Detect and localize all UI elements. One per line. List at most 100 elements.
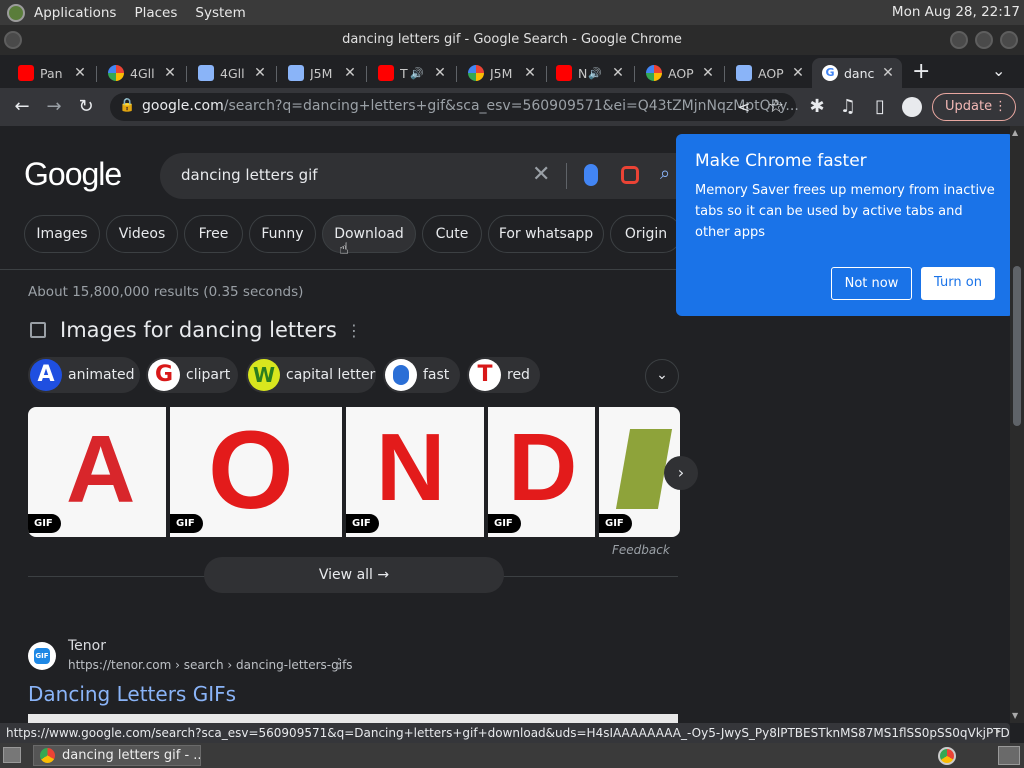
scroll-up-arrow-icon[interactable]: ▲ [1012,128,1018,137]
letter-t-thumb: T [469,359,501,391]
chip-download[interactable]: Download [322,215,416,253]
image-icon [198,65,214,81]
pinwheel-icon [108,65,124,81]
result-site-name[interactable]: Tenor [68,638,106,654]
result-title-link[interactable]: Dancing Letters GIFs [28,682,236,706]
audio-playing-icon[interactable]: 🔊 [588,67,610,80]
close-tab-icon[interactable]: ✕ [432,65,448,81]
image-result[interactable]: A GIF [28,407,166,537]
chip-cute[interactable]: Cute [422,215,482,253]
expand-suggestions-button[interactable]: ⌄ [645,359,679,393]
gif-badge: GIF [488,514,521,533]
tab[interactable]: J5M ✕ [458,58,544,88]
tab[interactable]: N 🔊 ✕ [546,58,632,88]
tab-active[interactable]: G danc ✕ [812,58,902,88]
suggestion-capital-letter[interactable]: W capital letter [246,357,376,393]
tab[interactable]: 4Gll ✕ [98,58,184,88]
new-tab-icon[interactable]: + [912,59,930,84]
image-result[interactable]: O GIF [170,407,342,537]
workspace-switcher[interactable] [998,746,1020,765]
suggestion-clipart[interactable]: G clipart [146,357,238,393]
places-menu[interactable]: Places [125,5,186,21]
share-icon[interactable]: ⋖ [732,95,756,119]
reload-icon[interactable]: ↻ [74,95,98,119]
scrollbar-thumb[interactable] [1013,266,1021,426]
scroll-down-arrow-icon[interactable]: ▼ [1012,711,1018,720]
view-all-button[interactable]: View all → [204,557,504,593]
show-desktop-icon[interactable] [3,747,21,763]
window-title-bar: dancing letters gif - Google Search - Go… [0,25,1024,55]
close-tab-icon[interactable]: ✕ [162,65,178,81]
close-tab-icon[interactable]: ✕ [522,65,538,81]
top-panel: Applications Places System Mon Aug 28, 2… [0,0,1024,25]
suggestion-red[interactable]: T red [467,357,540,393]
images-section-title[interactable]: Images for dancing letters [60,318,337,342]
audio-playing-icon[interactable]: 🔊 [410,67,432,80]
site-info-icon[interactable]: 🔒 [119,98,135,113]
chrome-menu-icon[interactable]: ⋮ [994,94,1007,120]
image-result[interactable]: D GIF [488,407,595,537]
search-icon[interactable]: ⌕ [660,163,670,184]
chip-images[interactable]: Images [24,215,100,253]
not-now-button[interactable]: Not now [831,267,912,300]
result-site-url[interactable]: https://tenor.com › search › dancing-let… [68,658,353,672]
page-scrollbar[interactable]: ▲ ▼ [1010,126,1024,723]
lens-search-icon[interactable] [621,166,639,184]
feedback-link[interactable]: Feedback [612,543,670,557]
tab[interactable]: AOP ✕ [636,58,722,88]
bookmark-star-icon[interactable]: ☆ [764,95,788,119]
close-tab-icon[interactable]: ✕ [342,65,358,81]
chip-for-whatsapp[interactable]: For whatsapp [488,215,604,253]
close-tab-icon[interactable]: ✕ [790,65,806,81]
next-images-button[interactable]: › [664,456,698,490]
gif-badge: GIF [346,514,379,533]
clock[interactable]: Mon Aug 28, 22:17 [892,4,1020,20]
chip-origin[interactable]: Origin [610,215,682,253]
taskbar-chrome-window[interactable]: dancing letters gif - ... [33,745,201,766]
suggestion-animated[interactable]: A animated [28,357,140,393]
link-status-bar: https://www.google.com/search?sca_esv=56… [0,723,1010,743]
close-tab-icon[interactable]: ✕ [252,65,268,81]
tab-search-icon[interactable]: ⌄ [992,61,1005,80]
maximize-button[interactable] [975,31,993,49]
close-tab-icon[interactable]: ✕ [700,65,716,81]
profile-avatar-icon[interactable] [900,95,924,119]
tab[interactable]: T 🔊 ✕ [368,58,454,88]
forward-icon[interactable]: → [42,95,66,119]
result-menu-icon[interactable]: ⋮ [332,656,346,672]
chip-free[interactable]: Free [184,215,243,253]
search-query[interactable]: dancing letters gif [181,166,318,184]
tab[interactable]: Pan ✕ [8,58,94,88]
chrome-tray-icon[interactable] [938,747,956,765]
tab[interactable]: J5M ✕ [278,58,364,88]
extensions-icon[interactable]: ✱ [805,95,829,119]
clear-search-icon[interactable]: ✕ [532,162,550,187]
back-icon[interactable]: ← [10,95,34,119]
minimize-button[interactable] [950,31,968,49]
google-logo[interactable]: Google [24,156,122,193]
media-controls-icon[interactable]: ♫ [836,95,860,119]
letter-a-thumb: A [30,359,62,391]
update-button[interactable]: Update ⋮ [932,93,1016,121]
turn-on-button[interactable]: Turn on [921,267,995,300]
close-tab-icon[interactable]: ✕ [72,65,88,81]
result-image-strip[interactable] [28,714,678,723]
window-menu-button[interactable] [4,31,22,49]
close-window-button[interactable] [1000,31,1018,49]
image-result[interactable]: N GIF [346,407,484,537]
suggestion-fast[interactable]: fast [383,357,460,393]
applications-menu[interactable]: Applications [25,5,125,21]
more-options-icon[interactable]: ⋮ [346,321,362,340]
address-bar[interactable]: 🔒 google.com/search?q=dancing+letters+gi… [110,93,799,121]
side-panel-icon[interactable]: ▯ [868,95,892,119]
tab[interactable]: 4Gll ✕ [188,58,274,88]
system-menu[interactable]: System [186,5,254,21]
search-input[interactable]: dancing letters gif ✕ ⌕ [160,153,700,199]
voice-search-icon[interactable] [584,164,598,186]
close-tab-icon[interactable]: ✕ [880,65,896,81]
tab[interactable]: AOP ✕ [726,58,812,88]
gnome-foot-icon[interactable] [7,3,25,22]
chip-funny[interactable]: Funny [249,215,316,253]
chip-videos[interactable]: Videos [106,215,178,253]
close-tab-icon[interactable]: ✕ [610,65,626,81]
